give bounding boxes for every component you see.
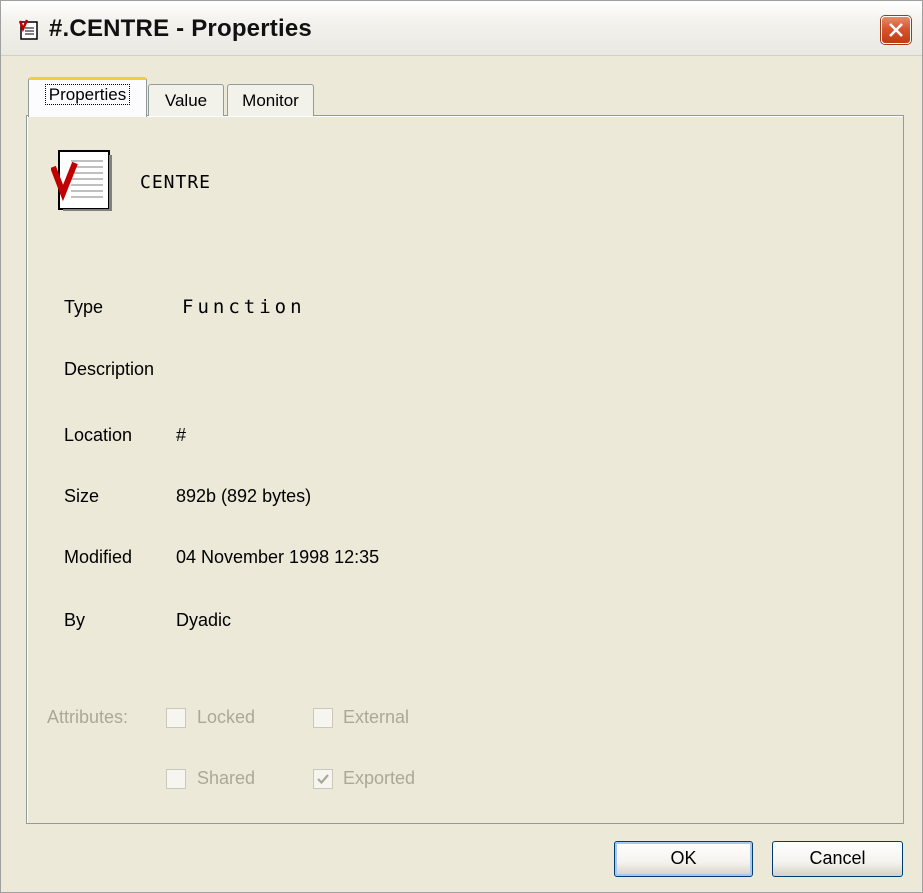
tab-monitor[interactable]: Monitor xyxy=(227,84,314,116)
shared-label: Shared xyxy=(197,768,256,788)
by-value: Dyadic xyxy=(176,610,232,630)
modified-label: Modified xyxy=(64,547,133,567)
attributes-label: Attributes: xyxy=(47,707,129,727)
tab-value-label: Value xyxy=(164,91,208,110)
cancel-button[interactable]: Cancel xyxy=(772,841,903,877)
modified-value: 04 November 1998 12:35 xyxy=(176,547,380,567)
function-document-icon xyxy=(50,149,113,211)
tab-properties-label: Properties xyxy=(44,84,131,105)
external-label: External xyxy=(343,707,410,727)
window-title: #.CENTRE - Properties xyxy=(49,15,312,42)
type-value: Function xyxy=(182,296,306,318)
tab-value[interactable]: Value xyxy=(148,84,224,116)
by-label: By xyxy=(64,610,86,630)
location-label: Location xyxy=(64,425,133,445)
close-button[interactable] xyxy=(881,16,911,44)
properties-tab-panel xyxy=(26,115,904,824)
exported-label: Exported xyxy=(343,768,416,788)
title-bar[interactable]: #.CENTRE - Properties xyxy=(1,1,922,56)
size-label: Size xyxy=(64,486,100,506)
check-mark-icon xyxy=(317,774,329,785)
external-checkbox[interactable] xyxy=(313,708,333,728)
location-value: # xyxy=(176,425,187,445)
ok-button[interactable]: OK xyxy=(614,841,753,877)
properties-dialog: #.CENTRE - Properties Properties Value M… xyxy=(0,0,923,893)
object-name: CENTRE xyxy=(140,172,212,193)
size-value: 892b (892 bytes) xyxy=(176,486,312,506)
close-icon xyxy=(889,23,903,37)
description-label: Description xyxy=(64,359,155,379)
type-label: Type xyxy=(64,297,104,317)
locked-label: Locked xyxy=(197,707,256,727)
locked-checkbox[interactable] xyxy=(166,708,186,728)
tab-properties[interactable]: Properties xyxy=(28,77,147,117)
tab-monitor-label: Monitor xyxy=(242,91,299,110)
shared-checkbox[interactable] xyxy=(166,769,186,789)
properties-window-icon xyxy=(18,19,39,41)
exported-checkbox[interactable] xyxy=(313,769,333,789)
